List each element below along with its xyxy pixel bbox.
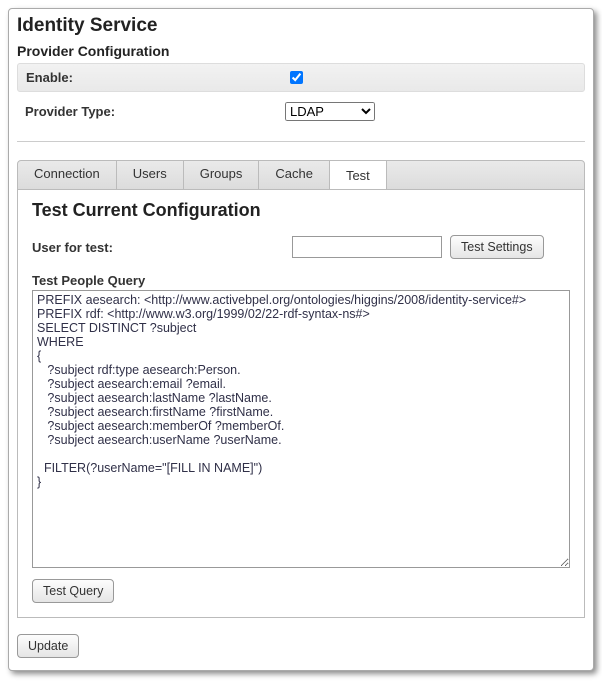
identity-service-panel: Identity Service Provider Configuration … (8, 8, 594, 671)
user-for-test-input[interactable] (292, 236, 442, 258)
test-people-query-label: Test People Query (32, 273, 570, 288)
tab-cache[interactable]: Cache (259, 160, 330, 189)
provider-type-row: Provider Type: LDAP (17, 98, 585, 131)
user-for-test-row: User for test: Test Settings (32, 235, 570, 259)
page-title: Identity Service (17, 15, 585, 37)
tab-strip: Connection Users Groups Cache Test (17, 160, 585, 190)
enable-row: Enable: (17, 63, 585, 92)
test-settings-button[interactable]: Test Settings (450, 235, 544, 259)
provider-type-label: Provider Type: (25, 104, 285, 119)
tab-users[interactable]: Users (117, 160, 184, 189)
test-people-query-textarea[interactable] (32, 290, 570, 568)
divider (17, 141, 585, 142)
test-heading: Test Current Configuration (32, 200, 570, 221)
provider-type-select[interactable]: LDAP (285, 102, 375, 121)
tab-connection[interactable]: Connection (18, 160, 117, 189)
enable-checkbox[interactable] (290, 71, 303, 84)
update-button[interactable]: Update (17, 634, 79, 658)
tab-groups[interactable]: Groups (184, 160, 260, 189)
enable-label: Enable: (26, 70, 286, 85)
tab-test[interactable]: Test (330, 160, 387, 190)
section-subtitle: Provider Configuration (17, 43, 585, 59)
test-tab-panel: Test Current Configuration User for test… (17, 190, 585, 618)
user-for-test-label: User for test: (32, 240, 292, 255)
test-query-button[interactable]: Test Query (32, 579, 114, 603)
